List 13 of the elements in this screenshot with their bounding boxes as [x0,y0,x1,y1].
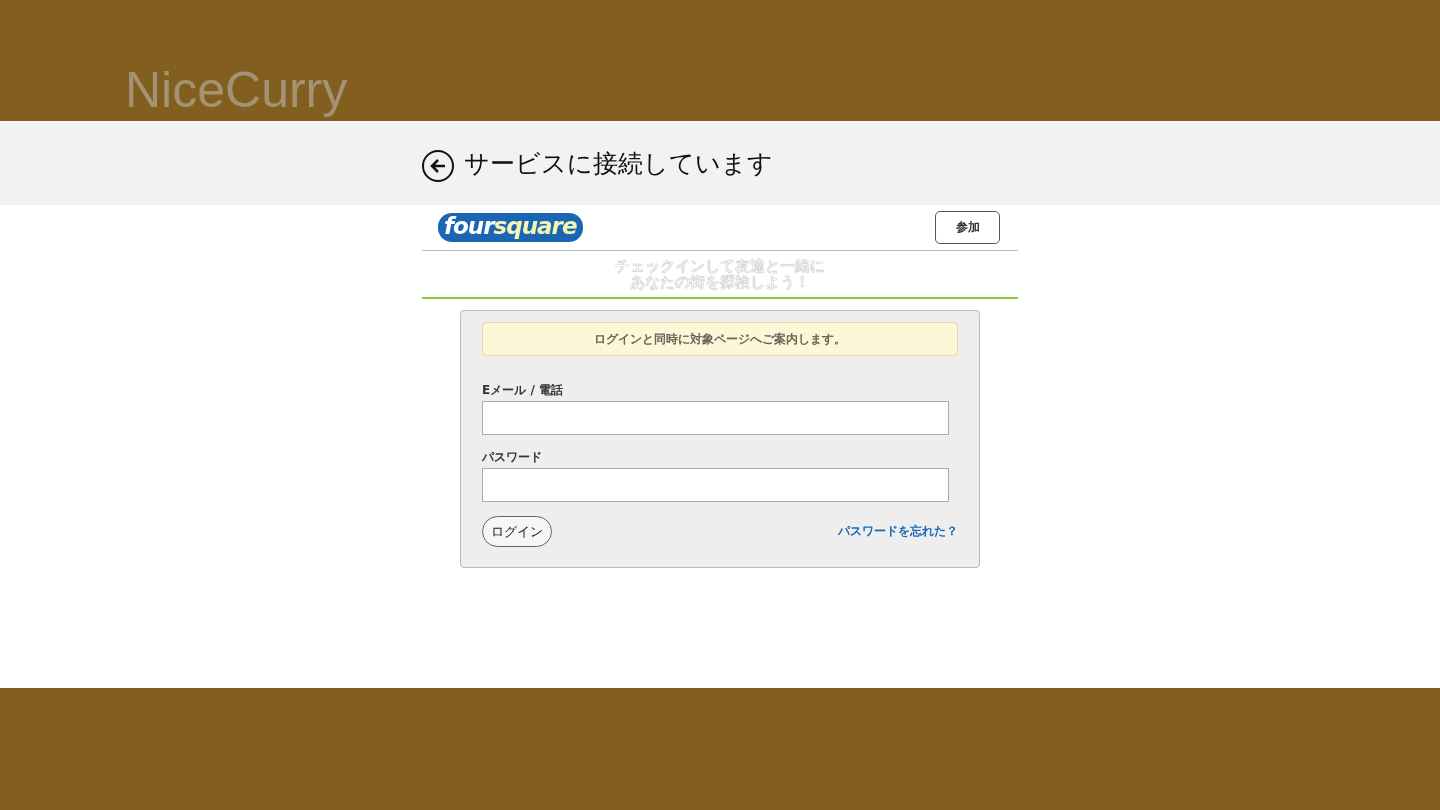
login-button[interactable]: ログイン [482,516,552,547]
join-button[interactable]: 参加 [935,211,1000,244]
forgot-password-link[interactable]: パスワードを忘れた？ [838,523,958,540]
field-label: パスワード [482,449,543,466]
field-label: Eメール / 電話 [482,382,564,399]
back-arrow-icon [429,157,447,175]
app-title: NiceCurry [125,65,348,120]
logo: foursquare [438,213,583,242]
notice-banner: ログインと同時に対象ページへご案内します。 [482,322,958,356]
back-button[interactable] [422,150,454,182]
text-field[interactable] [482,401,949,435]
page-heading: サービスに接続しています [464,147,773,180]
text-field[interactable] [482,468,949,502]
